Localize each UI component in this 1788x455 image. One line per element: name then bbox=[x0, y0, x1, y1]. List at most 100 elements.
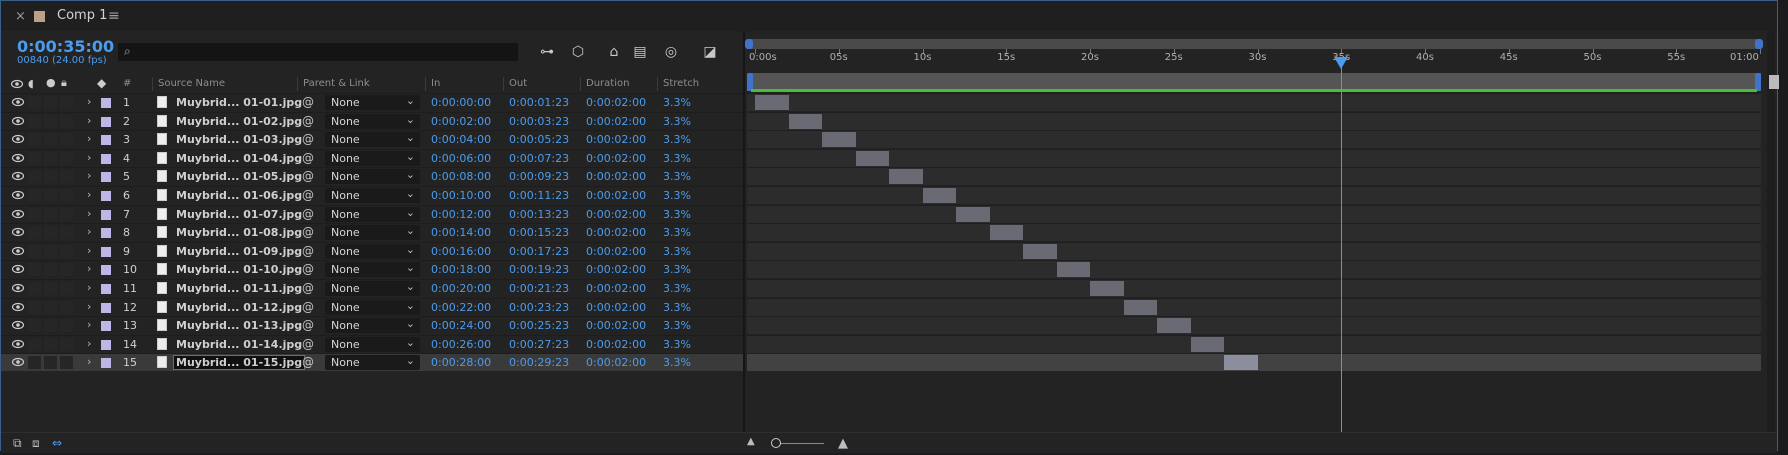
draft-3d-icon[interactable]: ⬡ bbox=[566, 41, 590, 63]
audio-switch[interactable] bbox=[28, 151, 41, 165]
layer-stretch[interactable]: 3.3% bbox=[663, 170, 691, 183]
layer-out-time[interactable]: 0:00:11:23 bbox=[509, 189, 569, 202]
layer-in-time[interactable]: 0:00:18:00 bbox=[431, 263, 491, 276]
layer-source-name[interactable]: Muybrid... 01-05.jpg bbox=[176, 170, 302, 183]
visibility-eye-icon[interactable] bbox=[12, 320, 24, 330]
layer-row[interactable]: › 13 Muybrid... 01-13.jpg @ None ⌄ 0:00:… bbox=[1, 316, 743, 334]
audio-switch[interactable] bbox=[28, 300, 41, 314]
layer-row[interactable]: › 11 Muybrid... 01-11.jpg @ None ⌄ 0:00:… bbox=[1, 279, 743, 297]
layer-duration[interactable]: 0:00:02:00 bbox=[586, 96, 646, 109]
current-timecode[interactable]: 0:00:35:00 bbox=[17, 37, 114, 56]
lock-switch[interactable] bbox=[60, 151, 73, 165]
parent-dropdown[interactable]: None ⌄ bbox=[325, 336, 420, 352]
layer-out-time[interactable]: 0:00:07:23 bbox=[509, 152, 569, 165]
expand-chevron-icon[interactable]: › bbox=[87, 225, 91, 238]
layer-in-time[interactable]: 0:00:20:00 bbox=[431, 282, 491, 295]
solo-switch[interactable] bbox=[44, 226, 57, 240]
parent-dropdown[interactable]: None ⌄ bbox=[325, 150, 420, 166]
layer-stretch[interactable]: 3.3% bbox=[663, 226, 691, 239]
comp-tab-title[interactable]: Comp 1 bbox=[57, 8, 107, 23]
audio-switch-icon[interactable]: ◖ bbox=[28, 77, 34, 90]
label-color-swatch[interactable] bbox=[101, 339, 111, 350]
lock-switch[interactable] bbox=[60, 244, 73, 258]
visibility-eye-icon[interactable] bbox=[12, 209, 24, 219]
parent-dropdown[interactable]: None ⌄ bbox=[325, 243, 420, 259]
layer-row[interactable]: › 1 Muybrid... 01-01.jpg @ None ⌄ 0:00:0… bbox=[1, 93, 743, 111]
layer-row[interactable]: › 5 Muybrid... 01-05.jpg @ None ⌄ 0:00:0… bbox=[1, 167, 743, 185]
layer-row[interactable]: › 4 Muybrid... 01-04.jpg @ None ⌄ 0:00:0… bbox=[1, 148, 743, 167]
solo-switch[interactable] bbox=[44, 337, 57, 351]
column-stretch[interactable]: Stretch bbox=[663, 78, 699, 89]
audio-switch[interactable] bbox=[28, 96, 41, 109]
layer-in-time[interactable]: 0:00:10:00 bbox=[431, 189, 491, 202]
layer-stretch[interactable]: 3.3% bbox=[663, 133, 691, 146]
layer-source-name[interactable]: Muybrid... 01-02.jpg bbox=[176, 115, 302, 128]
lock-switch[interactable] bbox=[60, 226, 73, 240]
layer-duration[interactable]: 0:00:02:00 bbox=[586, 301, 646, 314]
lock-switch[interactable] bbox=[60, 300, 73, 314]
layer-duration-bar[interactable] bbox=[1090, 281, 1124, 296]
audio-switch[interactable] bbox=[28, 319, 41, 333]
layer-duration-bar[interactable] bbox=[788, 113, 822, 129]
layer-source-name[interactable]: Muybrid... 01-13.jpg bbox=[176, 319, 302, 332]
layer-duration[interactable]: 0:00:02:00 bbox=[586, 152, 646, 165]
layer-source-name[interactable]: Muybrid... 01-09.jpg bbox=[176, 245, 302, 258]
audio-switch[interactable] bbox=[28, 244, 41, 258]
visibility-eye-icon[interactable] bbox=[12, 246, 24, 256]
lock-switch[interactable] bbox=[60, 133, 73, 147]
layer-stretch[interactable]: 3.3% bbox=[663, 152, 691, 165]
layer-out-time[interactable]: 0:00:25:23 bbox=[509, 319, 569, 332]
visibility-eye-icon[interactable] bbox=[12, 339, 24, 349]
label-tag-icon[interactable]: ◆ bbox=[97, 76, 106, 90]
close-tab-button[interactable]: × bbox=[15, 9, 26, 24]
pickwhip-icon[interactable]: @ bbox=[302, 188, 314, 202]
layer-source-name[interactable]: Muybrid... 01-07.jpg bbox=[176, 208, 302, 221]
lock-switch[interactable] bbox=[60, 263, 73, 277]
layer-duration[interactable]: 0:00:02:00 bbox=[586, 226, 646, 239]
column-number[interactable]: # bbox=[123, 78, 131, 89]
video-switch-icon[interactable] bbox=[11, 79, 23, 89]
layer-duration[interactable]: 0:00:02:00 bbox=[586, 282, 646, 295]
layer-stretch[interactable]: 3.3% bbox=[663, 282, 691, 295]
lock-switch[interactable] bbox=[60, 96, 73, 109]
layer-duration-bar[interactable] bbox=[956, 206, 990, 222]
zoom-slider-handle[interactable] bbox=[771, 438, 781, 448]
layer-stretch[interactable]: 3.3% bbox=[663, 96, 691, 109]
layer-source-name[interactable]: Muybrid... 01-08.jpg bbox=[176, 226, 302, 239]
layer-out-time[interactable]: 0:00:15:23 bbox=[509, 226, 569, 239]
expand-chevron-icon[interactable]: › bbox=[87, 132, 91, 145]
layer-in-time[interactable]: 0:00:08:00 bbox=[431, 170, 491, 183]
comp-mini-flowchart-icon[interactable]: ⊶ bbox=[535, 41, 559, 63]
time-ruler[interactable]: 0:00s05s10s15s20s25s30s35s40s45s50s55s01… bbox=[747, 49, 1761, 71]
column-in[interactable]: In bbox=[431, 78, 440, 89]
layer-duration[interactable]: 0:00:02:00 bbox=[586, 115, 646, 128]
layer-out-time[interactable]: 0:00:17:23 bbox=[509, 245, 569, 258]
expand-chevron-icon[interactable]: › bbox=[87, 169, 91, 182]
visibility-eye-icon[interactable] bbox=[12, 264, 24, 274]
expand-chevron-icon[interactable]: › bbox=[87, 207, 91, 220]
comp-end-marker-icon[interactable] bbox=[1769, 75, 1779, 89]
audio-switch[interactable] bbox=[28, 226, 41, 240]
parent-dropdown[interactable]: None ⌄ bbox=[325, 317, 420, 334]
layer-duration-bar[interactable] bbox=[822, 132, 856, 148]
label-color-swatch[interactable] bbox=[101, 172, 111, 183]
parent-dropdown[interactable]: None ⌄ bbox=[325, 280, 420, 296]
layer-out-time[interactable]: 0:00:21:23 bbox=[509, 282, 569, 295]
layer-out-time[interactable]: 0:00:03:23 bbox=[509, 115, 569, 128]
shy-layers-icon[interactable]: ⌂ bbox=[602, 41, 626, 63]
layer-in-time[interactable]: 0:00:14:00 bbox=[431, 226, 491, 239]
layer-in-time[interactable]: 0:00:26:00 bbox=[431, 338, 491, 351]
solo-switch[interactable] bbox=[44, 300, 57, 314]
layer-in-time[interactable]: 0:00:28:00 bbox=[431, 356, 491, 369]
label-color-swatch[interactable] bbox=[101, 284, 111, 294]
layer-row[interactable]: › 7 Muybrid... 01-07.jpg @ None ⌄ 0:00:1… bbox=[1, 204, 743, 223]
graph-editor-icon[interactable]: ◪ bbox=[698, 41, 722, 63]
label-color-swatch[interactable] bbox=[101, 153, 111, 164]
solo-switch-icon[interactable]: ● bbox=[46, 76, 56, 89]
parent-dropdown[interactable]: None ⌄ bbox=[325, 131, 420, 148]
layer-row[interactable]: › 8 Muybrid... 01-08.jpg @ None ⌄ 0:00:1… bbox=[1, 223, 743, 241]
visibility-eye-icon[interactable] bbox=[12, 283, 24, 293]
layer-in-time[interactable]: 0:00:16:00 bbox=[431, 245, 491, 258]
in-out-toggle-icon[interactable]: ⇔ bbox=[52, 436, 62, 450]
layer-source-name[interactable]: Muybrid... 01-10.jpg bbox=[176, 263, 302, 276]
